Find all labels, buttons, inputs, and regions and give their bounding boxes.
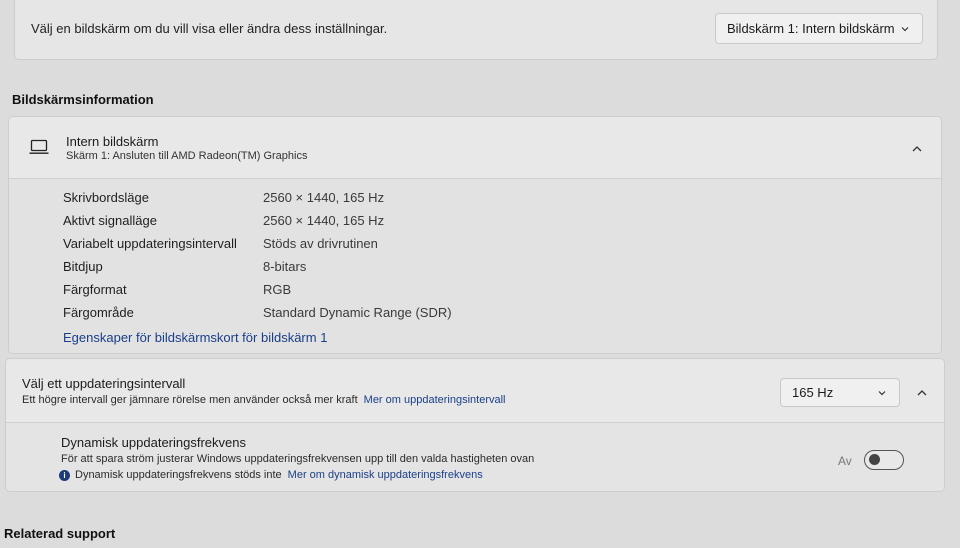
refresh-rate-header: Välj ett uppdateringsintervall Ett högre…: [6, 359, 944, 423]
adapter-properties-link[interactable]: Egenskaper för bildskärmskort för bildsk…: [63, 330, 327, 345]
refresh-rate-dropdown[interactable]: 165 Hz: [780, 378, 900, 407]
dynamic-refresh-title: Dynamisk uppdateringsfrekvens: [61, 435, 246, 450]
dynamic-refresh-toggle[interactable]: [864, 450, 904, 470]
monitor-select-card: Välj en bildskärm om du vill visa eller …: [14, 0, 938, 60]
chevron-up-icon[interactable]: [909, 141, 925, 157]
refresh-rate-value: 165 Hz: [792, 385, 834, 400]
chevron-down-icon: [878, 390, 886, 395]
display-info-card: Intern bildskärm Skärm 1: Ansluten till …: [8, 116, 942, 354]
info-row-value: Standard Dynamic Range (SDR): [263, 305, 452, 320]
laptop-icon: [29, 139, 49, 154]
info-row-label: Variabelt uppdateringsintervall: [63, 236, 237, 251]
info-row-value: 8-bitars: [263, 259, 307, 274]
info-row-desktop-mode: Skrivbordsläge 2560 × 1440, 165 Hz: [63, 190, 923, 210]
refresh-rate-more-link[interactable]: Mer om uppdateringsintervall: [364, 394, 506, 406]
dynamic-refresh-toggle-label: Av: [838, 454, 852, 468]
info-row-label: Färgformat: [63, 282, 127, 297]
info-row-label: Aktivt signalläge: [63, 213, 157, 228]
display-subtitle: Skärm 1: Ansluten till AMD Radeon(TM) Gr…: [66, 150, 308, 162]
info-row-label: Bitdjup: [63, 259, 103, 274]
display-info-header[interactable]: Intern bildskärm Skärm 1: Ansluten till …: [9, 117, 941, 179]
info-row-color-space: Färgområde Standard Dynamic Range (SDR): [63, 305, 923, 325]
info-row-label: Färgområde: [63, 305, 134, 320]
refresh-rate-description: Ett högre intervall ger jämnare rörelse …: [22, 394, 506, 406]
display-info-details: Skrivbordsläge 2560 × 1440, 165 Hz Aktiv…: [9, 179, 941, 353]
monitor-dropdown[interactable]: Bildskärm 1: Intern bildskärm: [715, 13, 923, 44]
dynamic-refresh-subtitle: För att spara ström justerar Windows upp…: [61, 453, 535, 465]
refresh-rate-title: Välj ett uppdateringsintervall: [22, 376, 186, 391]
info-row-variable-refresh: Variabelt uppdateringsintervall Stöds av…: [63, 236, 923, 256]
related-support-heading: Relaterad support: [4, 526, 116, 541]
dynamic-refresh-section: Dynamisk uppdateringsfrekvens För att sp…: [6, 423, 944, 491]
dynamic-refresh-note: i Dynamisk uppdateringsfrekvens stöds in…: [59, 469, 483, 481]
dynamic-refresh-note-text: Dynamisk uppdateringsfrekvens stöds inte: [75, 469, 282, 481]
display-info-heading: Bildskärmsinformation: [12, 92, 154, 107]
toggle-knob: [869, 454, 880, 465]
refresh-rate-card: Välj ett uppdateringsintervall Ett högre…: [5, 358, 945, 492]
refresh-rate-subtitle: Ett högre intervall ger jämnare rörelse …: [22, 394, 358, 406]
info-row-value: 2560 × 1440, 165 Hz: [263, 213, 385, 228]
info-icon: i: [59, 469, 70, 481]
info-row-value: Stöds av drivrutinen: [263, 236, 378, 251]
monitor-select-prompt: Välj en bildskärm om du vill visa eller …: [31, 21, 388, 36]
info-row-active-signal: Aktivt signalläge 2560 × 1440, 165 Hz: [63, 213, 923, 233]
monitor-dropdown-value: Bildskärm 1: Intern bildskärm: [727, 21, 895, 36]
dynamic-refresh-more-link[interactable]: Mer om dynamisk uppdateringsfrekvens: [288, 469, 483, 481]
display-title: Intern bildskärm: [66, 134, 159, 149]
chevron-up-icon[interactable]: [914, 385, 930, 401]
info-row-label: Skrivbordsläge: [63, 190, 149, 205]
info-row-bit-depth: Bitdjup 8-bitars: [63, 259, 923, 279]
info-row-value: 2560 × 1440, 165 Hz: [263, 190, 385, 205]
info-row-color-format: Färgformat RGB: [63, 282, 923, 302]
chevron-down-icon: [901, 26, 909, 31]
info-row-value: RGB: [263, 282, 292, 297]
